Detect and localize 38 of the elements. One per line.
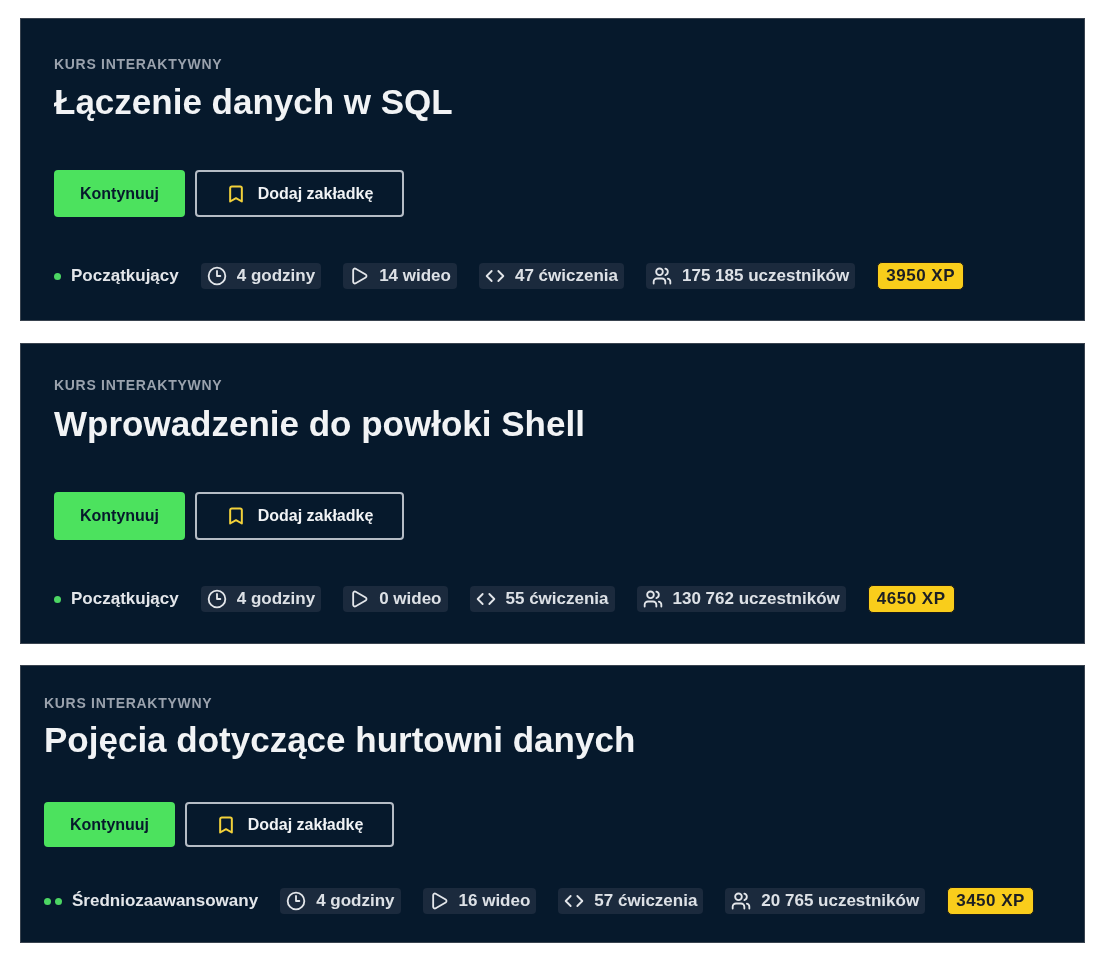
course-type-label: KURS INTERAKTYWNY (44, 695, 214, 711)
course-title: Wprowadzenie do powłoki Shell (54, 403, 586, 445)
stat-text: 47 ćwiczenia (514, 265, 618, 288)
clock-icon (286, 891, 307, 911)
stat-text: 55 ćwiczenia (505, 588, 609, 611)
course-title: Pojęcia dotyczące hurtowni danych (44, 719, 637, 761)
play-icon (349, 589, 370, 609)
people-icon (651, 266, 672, 286)
continue-button[interactable]: Kontynuuj (54, 492, 185, 540)
xp-badge: 3950 XP (877, 262, 965, 290)
course-type-label: KURS INTERAKTYWNY (54, 377, 224, 393)
continue-button[interactable]: Kontynuuj (44, 802, 175, 847)
bookmark-button[interactable]: Dodaj zakładkę (195, 492, 404, 540)
stat-text: 4 godziny (236, 588, 316, 611)
xp-badge: 4650 XP (867, 585, 955, 613)
people-icon (642, 589, 663, 609)
stat-text: 14 wideo (379, 265, 451, 288)
stat-text: 4 godziny (316, 890, 395, 913)
difficulty-label: Średniozaawansowany (72, 890, 259, 913)
difficulty-label: Początkujący (71, 265, 179, 288)
people-icon (731, 891, 752, 911)
xp-badge: 3450 XP (947, 887, 1034, 915)
bookmark-button[interactable]: Dodaj zakładkę (185, 802, 394, 847)
stat-text: 16 wideo (458, 890, 531, 913)
course-type-label: KURS INTERAKTYWNY (54, 56, 224, 72)
continue-button[interactable]: Kontynuuj (54, 170, 185, 217)
course-title: Łączenie danych w SQL (54, 81, 454, 123)
clock-icon (206, 266, 227, 286)
stat-text: 0 wideo (379, 588, 442, 611)
clock-icon (206, 589, 227, 609)
stat-text: 20 765 uczestników (761, 890, 920, 913)
stat-text: 130 762 uczestników (672, 588, 840, 611)
stat-text: 175 185 uczestników (681, 265, 850, 288)
play-icon (349, 266, 370, 286)
bookmark-button[interactable]: Dodaj zakładkę (195, 170, 404, 217)
stat-text: 57 ćwiczenia (594, 890, 698, 913)
difficulty-label: Początkujący (71, 588, 179, 611)
stat-text: 4 godziny (236, 265, 316, 288)
